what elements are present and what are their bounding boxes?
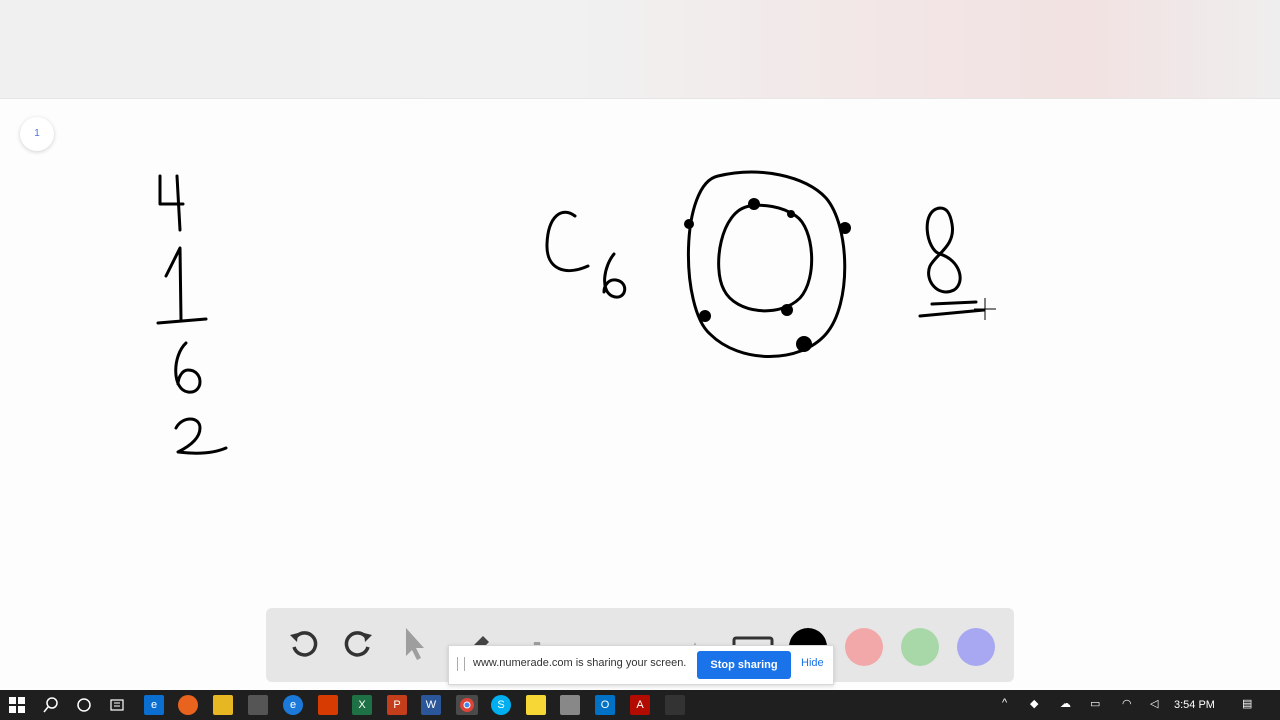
handwritten-digit-6	[174, 341, 202, 394]
electron-dot	[781, 304, 793, 316]
color-pink-swatch[interactable]	[845, 628, 883, 666]
pointer-icon[interactable]	[389, 620, 437, 668]
cortana-icon[interactable]	[74, 695, 94, 715]
chrome-icon[interactable]	[456, 695, 478, 715]
outer-electron-shell	[686, 170, 847, 358]
word-icon[interactable]: W	[421, 695, 441, 715]
browser-header-area	[0, 0, 1280, 99]
task-view-icon[interactable]	[107, 695, 127, 715]
skype-icon[interactable]: S	[491, 695, 511, 715]
calculator-icon[interactable]	[248, 695, 268, 715]
handwritten-digit-8	[925, 206, 962, 294]
file-explorer-icon[interactable]	[213, 695, 233, 715]
powerpoint-icon[interactable]: P	[387, 695, 407, 715]
windows-start-icon[interactable]	[7, 695, 27, 715]
share-message: www.numerade.com is sharing your screen.	[473, 657, 687, 669]
dropbox-icon[interactable]: ◆	[1030, 697, 1038, 710]
handwritten-digit-2	[174, 417, 228, 455]
electron-dot	[684, 219, 694, 229]
wifi-icon[interactable]: ◠	[1122, 697, 1132, 710]
drag-handle[interactable]	[457, 657, 465, 671]
undo-icon[interactable]	[279, 620, 327, 668]
taskbar-clock[interactable]: 3:54 PM	[1174, 699, 1215, 711]
electrons	[684, 198, 851, 352]
handwritten-digit-4	[158, 174, 185, 232]
edge-beta-icon[interactable]: e	[283, 695, 303, 715]
handwritten-digit-1	[156, 246, 208, 325]
volume-icon[interactable]: ◁	[1150, 697, 1158, 710]
excel-icon[interactable]: X	[352, 695, 372, 715]
hide-button[interactable]: Hide	[801, 657, 824, 669]
office-icon[interactable]	[318, 695, 338, 715]
onedrive-icon[interactable]: ☁	[1060, 697, 1071, 710]
edge-icon[interactable]: e	[144, 695, 164, 715]
screen-share-notification: www.numerade.com is sharing your screen.…	[448, 645, 834, 685]
inner-electron-shell	[717, 203, 814, 313]
electron-dot	[787, 210, 795, 218]
firefox-icon[interactable]	[178, 695, 198, 715]
electron-dot	[748, 198, 760, 210]
redo-icon[interactable]	[335, 620, 383, 668]
handwritten-letter-c	[545, 210, 590, 273]
search-icon[interactable]	[41, 695, 61, 715]
media-icon[interactable]	[665, 695, 685, 715]
notification-icon[interactable]: ▤	[1242, 697, 1252, 710]
snip-icon[interactable]	[560, 695, 580, 715]
color-purple-swatch[interactable]	[957, 628, 995, 666]
electron-dot	[839, 222, 851, 234]
outlook-icon[interactable]: O	[595, 695, 615, 715]
whiteboard-canvas[interactable]	[0, 98, 1280, 603]
electron-dot	[796, 336, 812, 352]
battery-icon[interactable]: ▭	[1090, 697, 1100, 710]
acrobat-icon[interactable]: A	[630, 695, 650, 715]
stop-sharing-button[interactable]: Stop sharing	[697, 651, 791, 679]
sticky-notes-icon[interactable]	[526, 695, 546, 715]
electron-dot	[699, 310, 711, 322]
tray-overflow-icon[interactable]: ^	[1002, 697, 1007, 709]
windows-taskbar: e e X P W S O A ^ ◆ ☁ ▭ ◠ ◁ 3:54 PM ▤	[0, 690, 1280, 720]
color-green-swatch[interactable]	[901, 628, 939, 666]
handwritten-subscript-6	[602, 252, 627, 299]
